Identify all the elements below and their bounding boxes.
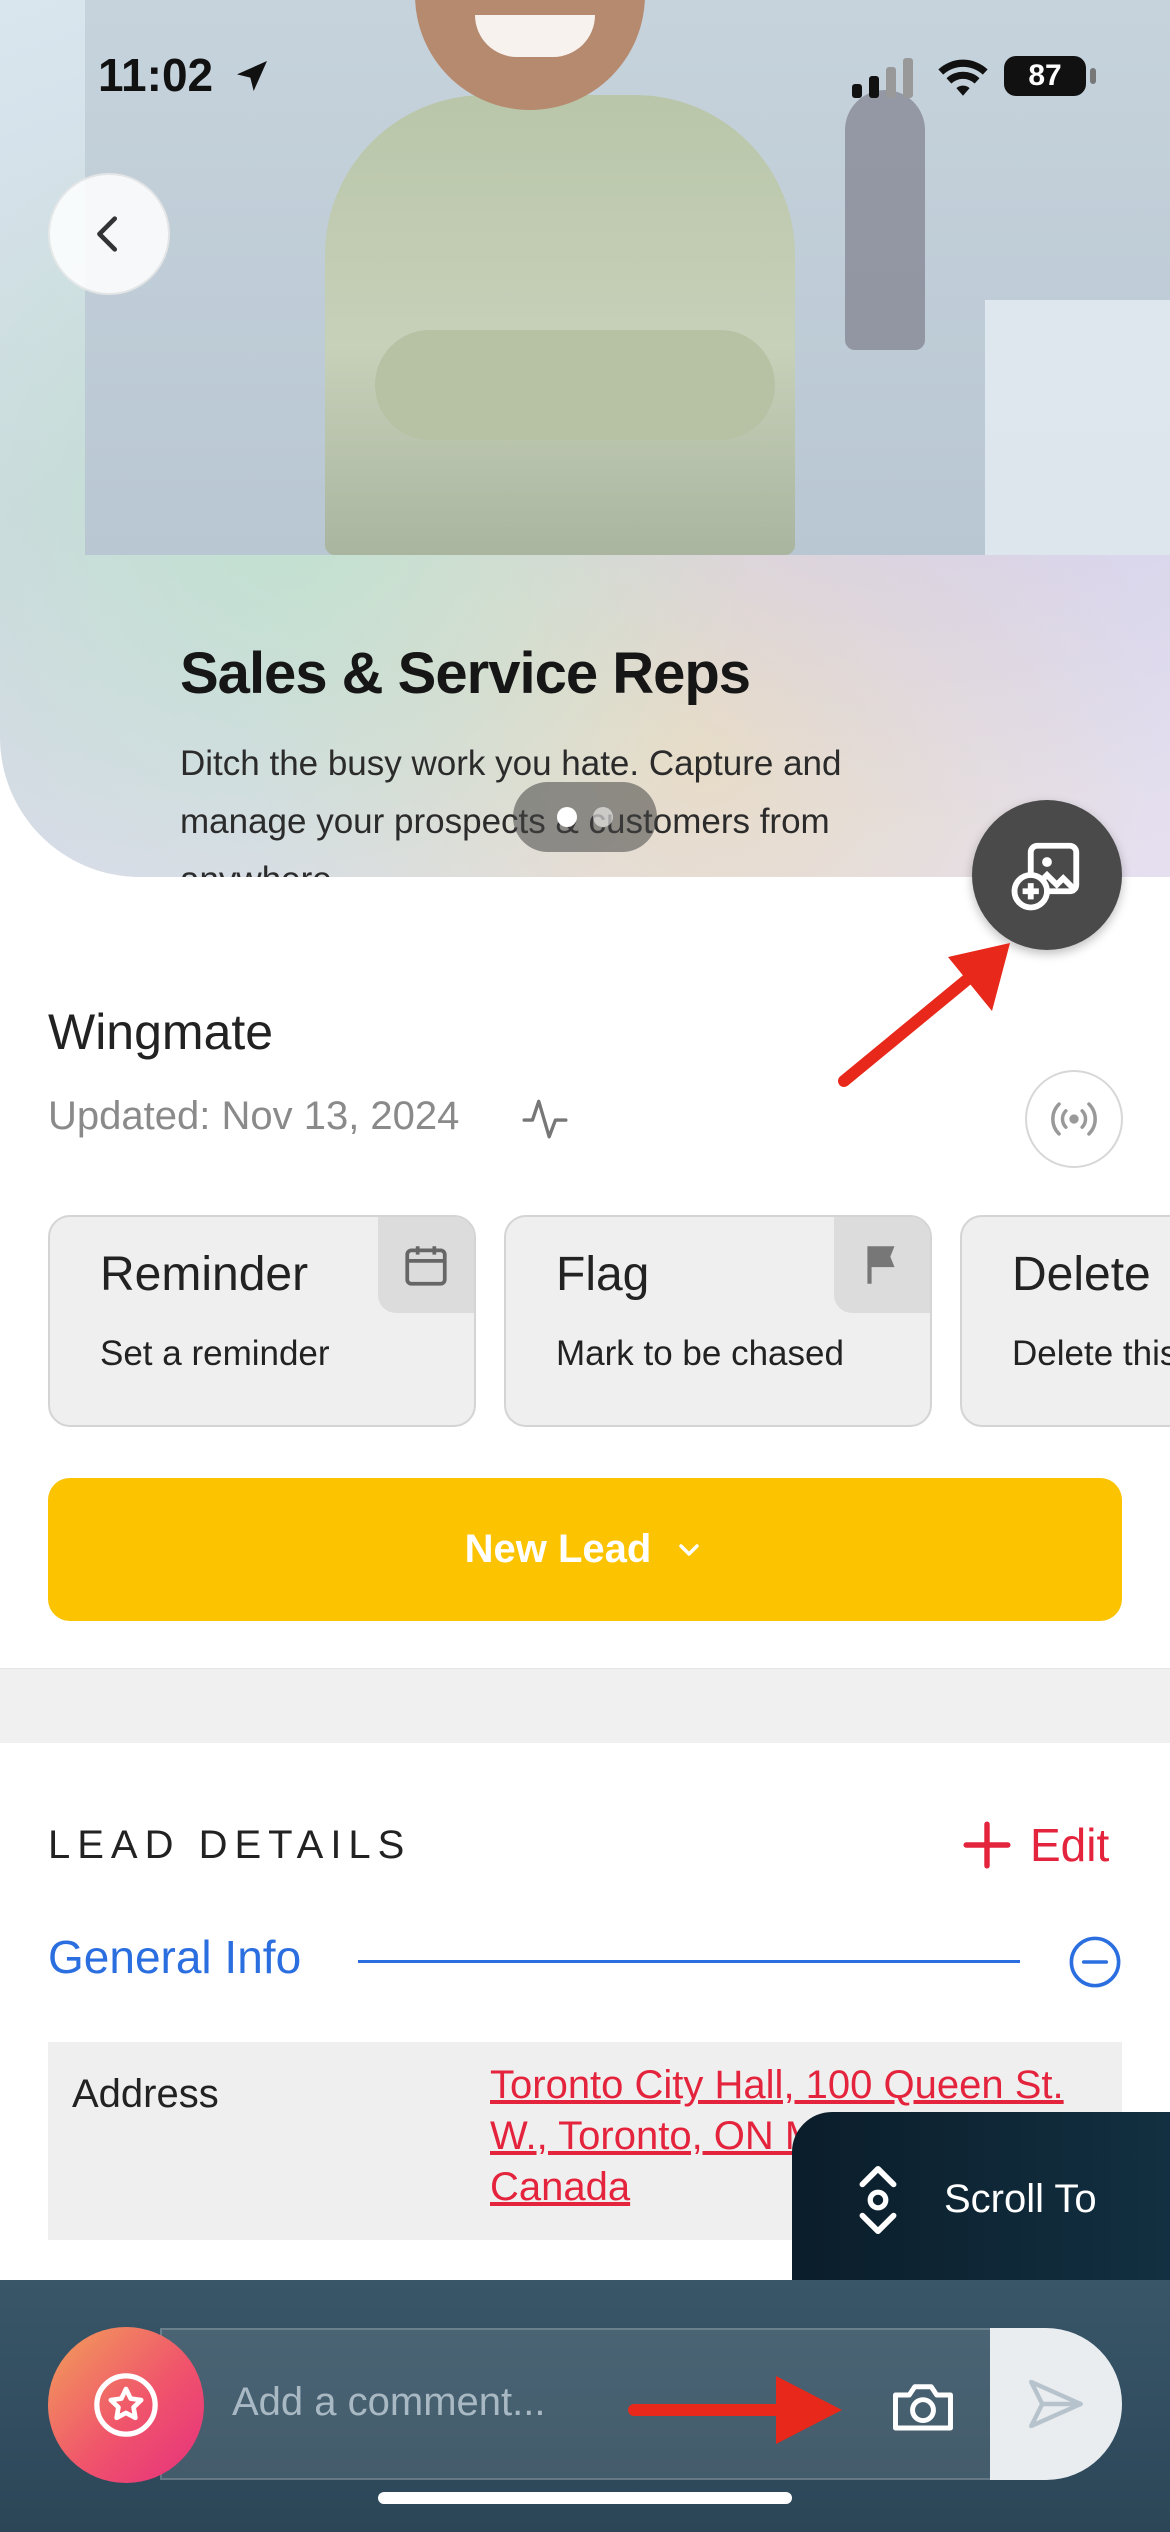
home-indicator	[378, 2492, 792, 2504]
reminder-card[interactable]: Reminder Set a reminder	[48, 1215, 476, 1427]
status-time: 11:02	[98, 49, 214, 101]
new-lead-label: New Lead	[464, 1527, 652, 1571]
lead-details-heading: LEAD DETAILS	[48, 1823, 412, 1867]
collapse-minus-icon[interactable]	[1068, 1935, 1122, 1989]
flag-icon	[867, 1246, 895, 1284]
annotation-arrow-icon	[628, 2376, 842, 2444]
location-arrow-icon	[237, 61, 267, 91]
flag-subtitle: Mark to be chased	[556, 1334, 844, 1373]
plus-icon	[963, 1821, 1011, 1869]
add-image-icon	[1011, 842, 1080, 911]
section-divider	[0, 1668, 1170, 1743]
general-info-title[interactable]: General Info	[48, 1930, 301, 1984]
edit-button[interactable]: Edit	[962, 1818, 1109, 1872]
cellular-signal-icon	[852, 58, 913, 98]
carousel-dot-1[interactable]	[557, 807, 577, 827]
activity-icon[interactable]	[520, 1090, 570, 1146]
battery-indicator: 87	[1004, 56, 1086, 96]
carousel-dot-2[interactable]	[593, 807, 613, 827]
flag-card[interactable]: Flag Mark to be chased	[504, 1215, 932, 1427]
updated-date: Updated: Nov 13, 2024	[48, 1094, 460, 1138]
chevron-left-icon	[97, 216, 118, 252]
carousel-pagination[interactable]	[513, 782, 657, 852]
flag-title: Flag	[556, 1248, 650, 1301]
comment-placeholder: Add a comment...	[232, 2380, 546, 2424]
broadcast-button[interactable]	[1025, 1070, 1123, 1168]
scroll-to-button[interactable]: Scroll To	[792, 2112, 1170, 2287]
reminder-subtitle: Set a reminder	[100, 1334, 330, 1373]
star-icon	[94, 2373, 158, 2437]
scroll-to-label: Scroll To	[944, 2177, 1097, 2221]
address-label: Address	[72, 2072, 219, 2116]
delete-subtitle: Delete this	[1012, 1334, 1170, 1373]
calendar-icon	[405, 1246, 447, 1286]
broadcast-icon	[1051, 1102, 1097, 1136]
back-button[interactable]	[48, 173, 170, 295]
reminder-title: Reminder	[100, 1248, 309, 1301]
favorite-button[interactable]	[48, 2327, 204, 2483]
annotation-arrow-icon	[838, 943, 1010, 1087]
section-rule	[358, 1960, 1020, 1963]
new-lead-button[interactable]: New Lead	[48, 1478, 1122, 1621]
edit-label: Edit	[1030, 1819, 1110, 1871]
delete-title: Delete	[1012, 1248, 1151, 1301]
wifi-icon	[938, 59, 988, 96]
lead-name: Wingmate	[48, 1004, 274, 1060]
delete-card[interactable]: Delete Delete this	[960, 1215, 1170, 1427]
add-image-button[interactable]	[972, 800, 1122, 950]
chevron-down-icon	[679, 1543, 700, 1556]
send-icon	[1029, 2379, 1083, 2429]
hero-title: Sales & Service Reps	[180, 641, 751, 706]
camera-icon[interactable]	[890, 2377, 956, 2435]
scroll-navigate-icon	[859, 2165, 897, 2234]
hero-carousel[interactable]: Sales & Service Reps Ditch the busy work…	[0, 0, 1170, 877]
